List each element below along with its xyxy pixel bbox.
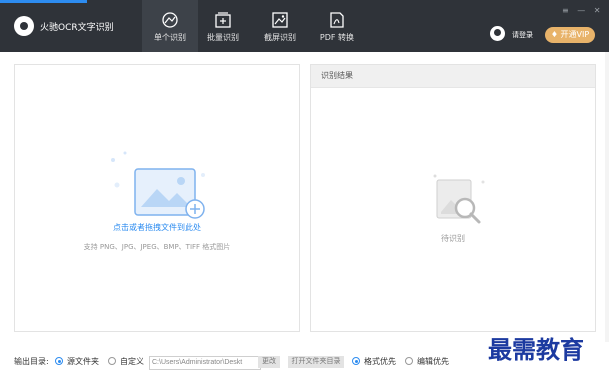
diamond-icon: ♦ <box>550 30 558 39</box>
format-priority-radio[interactable] <box>352 357 360 365</box>
result-title: 识别结果 <box>311 65 595 88</box>
tab-batch-recognize[interactable]: 批量识别 <box>195 0 251 52</box>
source-folder-radio[interactable] <box>55 357 63 365</box>
tab-single-recognize[interactable]: 单个识别 <box>142 0 198 52</box>
output-path-input[interactable]: C:\Users\Administrator\Deskt <box>149 356 261 370</box>
single-recognize-icon <box>162 12 178 28</box>
upload-image-icon <box>111 151 205 219</box>
custom-folder-radio[interactable] <box>108 357 116 365</box>
screenshot-recognize-icon <box>272 12 288 28</box>
open-folder-button[interactable]: 打开文件夹目录 <box>288 356 344 368</box>
upload-hint[interactable]: 点击或者拖拽文件到此处 <box>15 222 299 233</box>
watermark: 最需教育 <box>488 335 584 364</box>
change-path-button[interactable]: 更改 <box>258 356 280 368</box>
progress-strip <box>0 0 87 3</box>
window-controls[interactable]: ≡ — ✕ <box>562 6 604 15</box>
result-status: 待识别 <box>441 234 465 243</box>
source-folder-label[interactable]: 源文件夹 <box>67 356 99 367</box>
title-bar: 火驰OCR文字识别 单个识别 批量识别 截屏识别 PDF 转换 ≡ — ✕ 请登… <box>0 0 609 52</box>
edit-priority-label[interactable]: 编辑优先 <box>417 356 449 367</box>
supported-formats: 支持 PNG、JPG、JPEG、BMP、TIFF 格式图片 <box>83 243 231 251</box>
app-logo-icon <box>14 16 34 36</box>
vip-button[interactable]: ♦ 开通VIP <box>545 27 595 43</box>
user-avatar-icon[interactable] <box>490 26 505 41</box>
tab-label: PDF 转换 <box>319 33 355 42</box>
pdf-convert-icon <box>330 12 344 28</box>
tab-label: 单个识别 <box>154 33 186 42</box>
side-edge <box>605 52 609 342</box>
vip-label: 开通VIP <box>560 30 590 39</box>
magnifier-placeholder-icon <box>433 174 485 224</box>
format-priority-label[interactable]: 格式优先 <box>364 356 396 367</box>
custom-folder-label[interactable]: 自定义 <box>120 356 144 367</box>
tab-screenshot-recognize[interactable]: 截屏识别 <box>252 0 308 52</box>
edit-priority-radio[interactable] <box>405 357 413 365</box>
tab-pdf-convert[interactable]: PDF 转换 <box>309 0 365 52</box>
output-dir-label: 输出目录: <box>14 357 49 366</box>
result-panel: 识别结果 待识别 <box>310 64 596 332</box>
upload-drop-zone[interactable]: 点击或者拖拽文件到此处 支持 PNG、JPG、JPEG、BMP、TIFF 格式图… <box>14 64 300 332</box>
batch-recognize-icon <box>215 12 231 28</box>
login-link[interactable]: 请登录 <box>512 30 533 40</box>
app-title: 火驰OCR文字识别 <box>40 23 114 33</box>
tab-label: 截屏识别 <box>264 33 296 42</box>
tab-label: 批量识别 <box>207 33 239 42</box>
